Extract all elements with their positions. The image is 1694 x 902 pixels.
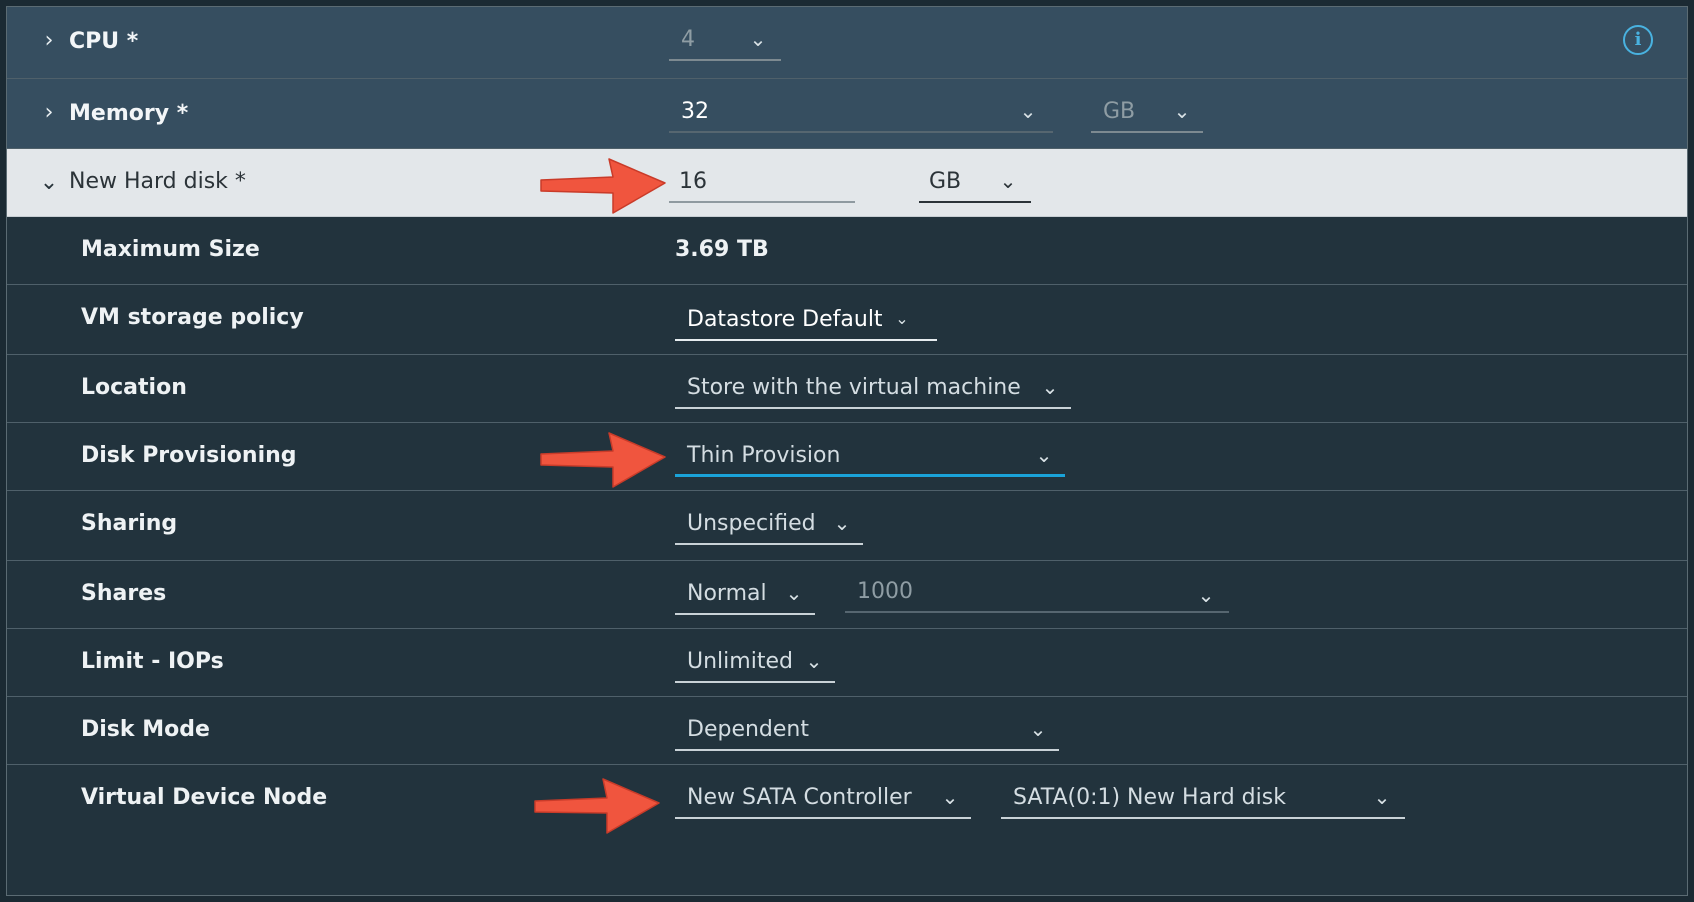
chevron-down-icon: ⌄ xyxy=(1019,99,1037,123)
new-hard-disk-row[interactable]: ⌄ New Hard disk * 16 GB ⌄ xyxy=(7,149,1687,217)
maximum-size-value: 3.69 TB xyxy=(675,237,769,262)
limit-iops-select[interactable]: Unlimited ⌄ xyxy=(675,645,835,683)
chevron-down-icon[interactable]: ⌄ xyxy=(37,171,61,195)
limit-iops-label: Limit - IOPs xyxy=(81,649,224,674)
red-arrow-annotation xyxy=(540,158,666,214)
chevron-right-icon[interactable]: › xyxy=(37,29,61,53)
disk-mode-label: Disk Mode xyxy=(81,717,210,742)
maximum-size-label: Maximum Size xyxy=(81,237,260,262)
location-select[interactable]: Store with the virtual machine ⌄ xyxy=(675,371,1071,409)
disk-provisioning-select[interactable]: Thin Provision ⌄ xyxy=(675,439,1065,477)
new-hard-disk-label: New Hard disk * xyxy=(69,169,246,194)
vm-hardware-panel: › CPU * 4 ⌄ i › Memory * 32 ⌄ GB ⌄ ⌄ New… xyxy=(6,6,1688,896)
maximum-size-row: Maximum Size 3.69 TB xyxy=(7,217,1687,285)
sharing-label: Sharing xyxy=(81,511,178,536)
shares-value-select[interactable]: 1000 ⌄ xyxy=(845,575,1229,613)
info-icon[interactable]: i xyxy=(1623,25,1653,55)
disk-unit-value: GB xyxy=(929,169,962,194)
chevron-down-icon: ⌄ xyxy=(941,785,959,809)
limit-iops-row: Limit - IOPs Unlimited ⌄ xyxy=(7,629,1687,697)
sharing-select[interactable]: Unspecified ⌄ xyxy=(675,507,863,545)
memory-row[interactable]: › Memory * 32 ⌄ GB ⌄ xyxy=(7,79,1687,149)
chevron-down-icon: ⌄ xyxy=(999,169,1017,193)
disk-size-value: 16 xyxy=(679,169,707,194)
chevron-down-icon: ⌄ xyxy=(1173,99,1191,123)
chevron-down-icon: ⌄ xyxy=(1041,375,1059,399)
shares-level-select[interactable]: Normal ⌄ xyxy=(675,577,815,615)
limit-iops-value: Unlimited xyxy=(687,649,793,674)
sata-node-value: SATA(0:1) New Hard disk xyxy=(1013,785,1286,810)
chevron-down-icon: ⌄ xyxy=(1029,717,1047,741)
cpu-row[interactable]: › CPU * 4 ⌄ i xyxy=(7,7,1687,79)
chevron-down-icon: ⌄ xyxy=(1197,583,1215,607)
disk-size-input[interactable]: 16 xyxy=(669,165,855,203)
vm-storage-policy-value: Datastore Default xyxy=(687,307,883,332)
chevron-right-icon[interactable]: › xyxy=(37,101,61,125)
cpu-count-value: 4 xyxy=(681,27,695,52)
chevron-down-icon: ⌄ xyxy=(1035,443,1053,467)
vm-storage-policy-row: VM storage policy Datastore Default ⌄ xyxy=(7,285,1687,355)
virtual-device-node-row: Virtual Device Node New SATA Controller … xyxy=(7,765,1687,855)
chevron-down-icon: ⌄ xyxy=(833,511,851,535)
cpu-count-select[interactable]: 4 ⌄ xyxy=(669,23,781,61)
chevron-down-icon: ⌄ xyxy=(1373,785,1391,809)
vm-storage-policy-label: VM storage policy xyxy=(81,305,304,330)
memory-label: Memory * xyxy=(69,101,189,126)
disk-mode-value: Dependent xyxy=(687,717,809,742)
shares-number-value: 1000 xyxy=(857,579,913,604)
location-value: Store with the virtual machine xyxy=(687,375,1021,400)
location-row: Location Store with the virtual machine … xyxy=(7,355,1687,423)
vm-storage-policy-select[interactable]: Datastore Default ⌄ xyxy=(675,303,937,341)
memory-size-value: 32 xyxy=(681,99,709,124)
shares-row: Shares Normal ⌄ 1000 ⌄ xyxy=(7,561,1687,629)
sata-node-select[interactable]: SATA(0:1) New Hard disk ⌄ xyxy=(1001,781,1405,819)
red-arrow-annotation xyxy=(534,778,660,834)
chevron-down-icon: ⌄ xyxy=(749,27,767,51)
memory-unit-value: GB xyxy=(1103,99,1136,124)
disk-provisioning-value: Thin Provision xyxy=(687,443,841,468)
memory-size-select[interactable]: 32 ⌄ xyxy=(669,95,1053,133)
cpu-label: CPU * xyxy=(69,29,139,54)
shares-level-value: Normal xyxy=(687,581,767,606)
sata-controller-value: New SATA Controller xyxy=(687,785,912,810)
red-arrow-annotation xyxy=(540,432,666,488)
sharing-value: Unspecified xyxy=(687,511,816,536)
chevron-down-icon: ⌄ xyxy=(895,309,909,328)
location-label: Location xyxy=(81,375,187,400)
disk-mode-select[interactable]: Dependent ⌄ xyxy=(675,713,1059,751)
disk-provisioning-label: Disk Provisioning xyxy=(81,443,297,468)
chevron-down-icon: ⌄ xyxy=(785,581,803,605)
disk-mode-row: Disk Mode Dependent ⌄ xyxy=(7,697,1687,765)
virtual-device-node-label: Virtual Device Node xyxy=(81,785,328,810)
chevron-down-icon: ⌄ xyxy=(805,649,823,673)
memory-unit-select[interactable]: GB ⌄ xyxy=(1091,95,1203,133)
sata-controller-select[interactable]: New SATA Controller ⌄ xyxy=(675,781,971,819)
disk-unit-select[interactable]: GB ⌄ xyxy=(919,165,1031,203)
disk-provisioning-row: Disk Provisioning Thin Provision ⌄ xyxy=(7,423,1687,491)
sharing-row: Sharing Unspecified ⌄ xyxy=(7,491,1687,561)
shares-label: Shares xyxy=(81,581,167,606)
